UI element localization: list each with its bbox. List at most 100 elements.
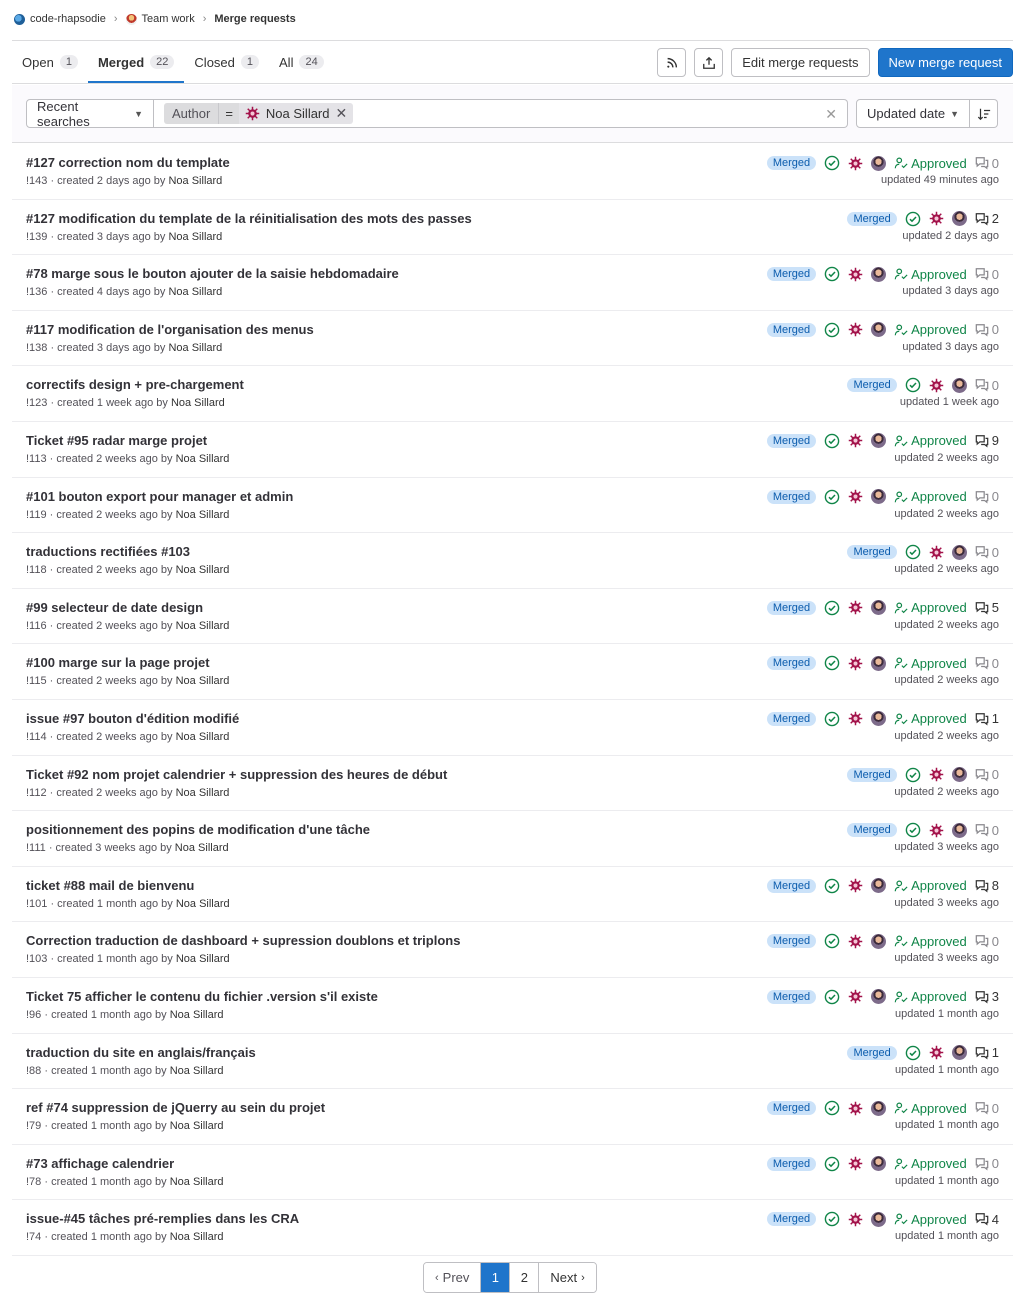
author-avatar[interactable]	[848, 600, 863, 615]
comments-count[interactable]: 0	[975, 378, 999, 393]
pipeline-passed-icon[interactable]	[824, 989, 840, 1005]
reviewer-avatar[interactable]	[871, 266, 887, 282]
pipeline-passed-icon[interactable]	[824, 433, 840, 449]
comments-count[interactable]: 2	[975, 211, 999, 226]
breadcrumb-project[interactable]: code-rhapsodie	[14, 13, 106, 25]
merge-request-title[interactable]: Ticket 75 afficher le contenu du fichier…	[26, 989, 378, 1004]
approved-status[interactable]: Approved	[894, 600, 967, 615]
reviewer-avatar[interactable]	[871, 878, 887, 894]
reviewer-avatar[interactable]	[871, 600, 887, 616]
merge-request-title[interactable]: #100 marge sur la page projet	[26, 655, 210, 670]
pipeline-passed-icon[interactable]	[824, 155, 840, 171]
merge-request-title[interactable]: traduction du site en anglais/français	[26, 1045, 256, 1060]
author-link[interactable]: Noa Sillard	[176, 953, 230, 965]
pipeline-passed-icon[interactable]	[905, 211, 921, 227]
merge-request-title[interactable]: ref #74 suppression de jQuerry au sein d…	[26, 1100, 325, 1115]
author-avatar[interactable]	[929, 211, 944, 226]
approved-status[interactable]: Approved	[894, 267, 967, 282]
merge-request-row[interactable]: Correction traduction de dashboard + sup…	[12, 922, 1013, 978]
recent-searches-dropdown[interactable]: Recent searches ▼	[26, 99, 154, 129]
author-avatar[interactable]	[848, 656, 863, 671]
merge-request-row[interactable]: #101 bouton export pour manager et admin…	[12, 478, 1013, 534]
merge-request-title[interactable]: #127 correction nom du template	[26, 155, 230, 170]
reviewer-avatar[interactable]	[871, 1100, 887, 1116]
comments-count[interactable]: 3	[975, 989, 999, 1004]
tab-merged[interactable]: Merged 22	[87, 41, 185, 83]
merge-request-title[interactable]: #117 modification de l'organisation des …	[26, 322, 314, 337]
breadcrumb-group-label[interactable]: Team work	[142, 13, 195, 25]
comments-count[interactable]: 9	[975, 433, 999, 448]
reviewer-avatar[interactable]	[871, 155, 887, 171]
merge-request-title[interactable]: #78 marge sous le bouton ajouter de la s…	[26, 266, 399, 281]
clear-search-icon[interactable]: ✕	[825, 106, 837, 123]
pipeline-passed-icon[interactable]	[824, 655, 840, 671]
pipeline-passed-icon[interactable]	[824, 1211, 840, 1227]
comments-count[interactable]: 0	[975, 489, 999, 504]
comments-count[interactable]: 5	[975, 600, 999, 615]
tab-closed[interactable]: Closed 1	[184, 41, 269, 83]
approved-status[interactable]: Approved	[894, 878, 967, 893]
tab-open[interactable]: Open 1	[12, 41, 88, 83]
approved-status[interactable]: Approved	[894, 489, 967, 504]
reviewer-avatar[interactable]	[871, 433, 887, 449]
reviewer-avatar[interactable]	[951, 767, 967, 783]
merge-request-title[interactable]: #99 selecteur de date design	[26, 600, 203, 615]
comments-count[interactable]: 0	[975, 767, 999, 782]
merge-request-row[interactable]: correctifs design + pre-chargement !123 …	[12, 366, 1013, 422]
sort-direction-button[interactable]	[970, 99, 998, 128]
comments-count[interactable]: 1	[975, 711, 999, 726]
pipeline-passed-icon[interactable]	[905, 1045, 921, 1061]
comments-count[interactable]: 8	[975, 878, 999, 893]
approved-status[interactable]: Approved	[894, 322, 967, 337]
author-avatar[interactable]	[929, 767, 944, 782]
breadcrumb-group[interactable]: Team work	[125, 13, 195, 25]
approved-status[interactable]: Approved	[894, 656, 967, 671]
pipeline-passed-icon[interactable]	[824, 1156, 840, 1172]
new-merge-request-button[interactable]: New merge request	[877, 48, 1013, 77]
merge-request-row[interactable]: issue-#45 tâches pré-remplies dans les C…	[12, 1200, 1013, 1256]
comments-count[interactable]: 0	[975, 267, 999, 282]
author-avatar[interactable]	[848, 1212, 863, 1227]
merge-request-row[interactable]: #127 correction nom du template !143 · c…	[12, 144, 1013, 200]
comments-count[interactable]: 0	[975, 156, 999, 171]
author-link[interactable]: Noa Sillard	[170, 1065, 224, 1077]
merge-request-title[interactable]: Correction traduction de dashboard + sup…	[26, 933, 460, 948]
merge-request-row[interactable]: Ticket #95 radar marge projet !113 · cre…	[12, 422, 1013, 478]
author-link[interactable]: Noa Sillard	[168, 286, 222, 298]
approved-status[interactable]: Approved	[894, 934, 967, 949]
author-link[interactable]: Noa Sillard	[176, 898, 230, 910]
prev-page-button[interactable]: ‹ Prev	[424, 1263, 482, 1292]
sort-dropdown[interactable]: Updated date ▼	[856, 99, 970, 128]
reviewer-avatar[interactable]	[951, 377, 967, 393]
author-avatar[interactable]	[848, 1101, 863, 1116]
reviewer-avatar[interactable]	[871, 933, 887, 949]
pipeline-passed-icon[interactable]	[905, 377, 921, 393]
comments-count[interactable]: 0	[975, 322, 999, 337]
merge-request-title[interactable]: ticket #88 mail de bienvenu	[26, 878, 194, 893]
author-link[interactable]: Noa Sillard	[176, 453, 230, 465]
merge-request-row[interactable]: ticket #88 mail de bienvenu !101 · creat…	[12, 867, 1013, 923]
merge-request-title[interactable]: #101 bouton export pour manager et admin	[26, 489, 293, 504]
pipeline-passed-icon[interactable]	[824, 933, 840, 949]
comments-count[interactable]: 1	[975, 1045, 999, 1060]
reviewer-avatar[interactable]	[951, 211, 967, 227]
next-page-button[interactable]: Next ›	[539, 1263, 596, 1292]
merge-request-row[interactable]: #73 affichage calendrier !78 · created 1…	[12, 1145, 1013, 1201]
comments-count[interactable]: 0	[975, 1156, 999, 1171]
breadcrumb-project-label[interactable]: code-rhapsodie	[30, 13, 106, 25]
pipeline-passed-icon[interactable]	[824, 489, 840, 505]
approved-status[interactable]: Approved	[894, 156, 967, 171]
merge-request-title[interactable]: correctifs design + pre-chargement	[26, 377, 244, 392]
merge-request-row[interactable]: #100 marge sur la page projet !115 · cre…	[12, 644, 1013, 700]
export-button[interactable]	[694, 48, 724, 77]
merge-request-row[interactable]: Ticket #92 nom projet calendrier + suppr…	[12, 756, 1013, 812]
merge-request-row[interactable]: #99 selecteur de date design !116 · crea…	[12, 589, 1013, 645]
pipeline-passed-icon[interactable]	[824, 878, 840, 894]
reviewer-avatar[interactable]	[871, 489, 887, 505]
author-avatar[interactable]	[848, 878, 863, 893]
reviewer-avatar[interactable]	[871, 1156, 887, 1172]
reviewer-avatar[interactable]	[871, 322, 887, 338]
approved-status[interactable]: Approved	[894, 989, 967, 1004]
author-avatar[interactable]	[929, 545, 944, 560]
author-avatar[interactable]	[848, 1156, 863, 1171]
